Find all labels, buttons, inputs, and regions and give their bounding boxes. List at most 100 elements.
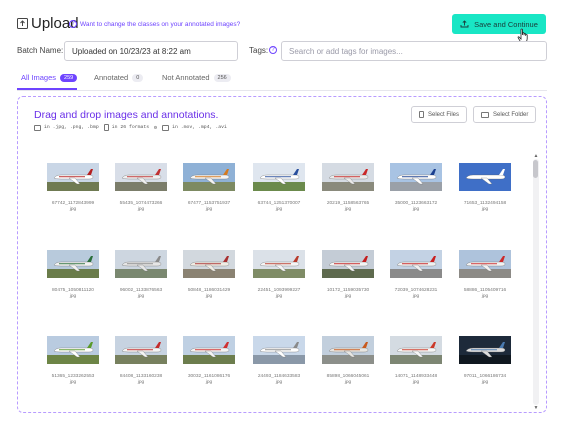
filename-extension: jpg [481,294,489,299]
image-thumbnail[interactable] [183,336,235,364]
image-thumbnail[interactable] [47,250,99,278]
batch-and-tags-row: Batch Name: Tags: ? [0,41,571,61]
filename-extension: jpg [69,207,77,212]
image-tile[interactable]: 50848_1186031429 jpg [183,250,235,300]
image-filename: 97011_1066186734 jpg [459,374,511,386]
filename-extension: jpg [205,207,213,212]
image-thumbnail[interactable] [390,250,442,278]
filename-extension: jpg [481,207,489,212]
image-filename: 63744_1251370007 jpg [253,201,305,213]
image-thumbnail[interactable] [115,163,167,191]
image-tile[interactable]: 20219_1158563765 jpg [322,163,374,213]
batch-name-input[interactable] [64,41,238,61]
filename-extension: jpg [137,294,145,299]
image-tile[interactable]: 71653_1132494158 jpg [459,163,511,213]
image-filename: 96002_1133876563 jpg [115,288,167,300]
image-filename: 58886_1105409716 jpg [459,288,511,300]
image-thumbnail[interactable] [115,336,167,364]
image-tile[interactable]: 14071_1148933448 jpg [390,336,442,386]
image-filename: 24493_1184633583 jpg [253,374,305,386]
scroll-down-arrow-icon[interactable]: ▼ [532,405,540,411]
image-tile[interactable]: 67742_1172843999 jpg [47,163,99,213]
image-tile[interactable]: 97011_1066186734 jpg [459,336,511,386]
image-thumbnail[interactable] [47,163,99,191]
image-filename: 84408_1133160238 jpg [115,374,167,386]
image-thumbnail[interactable] [115,250,167,278]
tab-label: All Images [21,73,57,82]
image-thumbnail[interactable] [459,336,511,364]
image-filename: 80475_1050811120 jpg [47,288,99,300]
image-tile[interactable]: 30032_1161086176 jpg [183,336,235,386]
filename-extension: jpg [69,294,77,299]
image-tile[interactable]: 96002_1133876563 jpg [115,250,167,300]
image-tile[interactable]: 85898_1066045061 jpg [322,336,374,386]
image-dropzone[interactable]: Drag and drop images and annotations. in… [17,96,547,413]
filename-extension: jpg [412,380,420,385]
filename-extension: jpg [69,380,77,385]
image-filename: 14071_1148933448 jpg [390,374,442,386]
filename-extension: jpg [137,207,145,212]
filename-extension: jpg [275,294,283,299]
image-thumbnail[interactable] [322,250,374,278]
image-filename: 30032_1161086176 jpg [183,374,235,386]
image-thumbnail[interactable] [183,163,235,191]
filename-extension: jpg [137,380,145,385]
image-tile[interactable]: 22451_1093999227 jpg [253,250,305,300]
filename-extension: jpg [412,207,420,212]
image-thumbnail[interactable] [322,163,374,191]
tab-all-images[interactable]: All Images 259 [21,73,78,82]
image-thumbnail[interactable] [390,163,442,191]
tab-annotated[interactable]: Annotated 0 [94,73,144,82]
image-thumbnail[interactable] [459,163,511,191]
image-filename: 51365_1233262553 jpg [47,374,99,386]
image-thumbnail[interactable] [253,336,305,364]
image-thumbnail[interactable] [253,250,305,278]
upload-icon [460,20,469,28]
image-tile[interactable]: 72039_1074628231 jpg [390,250,442,300]
image-grid: 67742_1172843999 jpg 55435_1074473266 jpg 67… [18,97,546,412]
filename-extension: jpg [275,380,283,385]
image-tile[interactable]: 35000_1123663172 jpg [390,163,442,213]
tab-not-annotated[interactable]: Not Annotated 256 [162,73,231,82]
save-and-continue-button[interactable]: Save and Continue [452,14,546,34]
class-help-link[interactable]: ? Want to change the classes on your ann… [69,20,240,28]
image-filename: 55435_1074473266 jpg [115,201,167,213]
image-thumbnail[interactable] [322,336,374,364]
image-tile[interactable]: 67477_1153751937 jpg [183,163,235,213]
image-filename: 67477_1153751937 jpg [183,201,235,213]
image-tile[interactable]: 24493_1184633583 jpg [253,336,305,386]
count-badge: 0 [132,73,144,82]
class-help-text: Want to change the classes on your annot… [80,20,241,28]
image-tile[interactable]: 58886_1105409716 jpg [459,250,511,300]
image-tile[interactable]: 55435_1074473266 jpg [115,163,167,213]
image-tile[interactable]: 63744_1251370007 jpg [253,163,305,213]
filename-extension: jpg [481,380,489,385]
image-filename: 50848_1186031429 jpg [183,288,235,300]
image-thumbnail[interactable] [459,250,511,278]
scroll-track[interactable] [533,159,539,405]
image-thumbnail[interactable] [47,336,99,364]
image-tile[interactable]: 51365_1233262553 jpg [47,336,99,386]
filename-extension: jpg [412,294,420,299]
image-filename: 35000_1123663172 jpg [390,201,442,213]
image-thumbnail[interactable] [253,163,305,191]
image-tile[interactable]: 84408_1133160238 jpg [115,336,167,386]
image-thumbnail[interactable] [390,336,442,364]
tags-help-icon[interactable]: ? [269,46,277,54]
image-thumbnail[interactable] [183,250,235,278]
filename-extension: jpg [205,294,213,299]
image-filename: 22451_1093999227 jpg [253,288,305,300]
image-filename: 71653_1132494158 jpg [459,201,511,213]
image-tile[interactable]: 10172_1159035730 jpg [322,250,374,300]
tags-label: Tags: [249,46,269,55]
image-tile[interactable]: 80475_1050811120 jpg [47,250,99,300]
count-badge: 259 [60,73,78,82]
batch-name-label: Batch Name: [17,46,64,55]
help-icon: ? [69,20,77,28]
tags-search-input[interactable] [281,41,547,61]
filename-extension: jpg [344,380,352,385]
upload-header: Upload ? Want to change the classes on y… [0,0,571,44]
grid-scrollbar[interactable]: ▲ ▼ [532,153,540,411]
tab-label: Not Annotated [162,73,210,82]
scroll-thumb[interactable] [533,160,538,178]
